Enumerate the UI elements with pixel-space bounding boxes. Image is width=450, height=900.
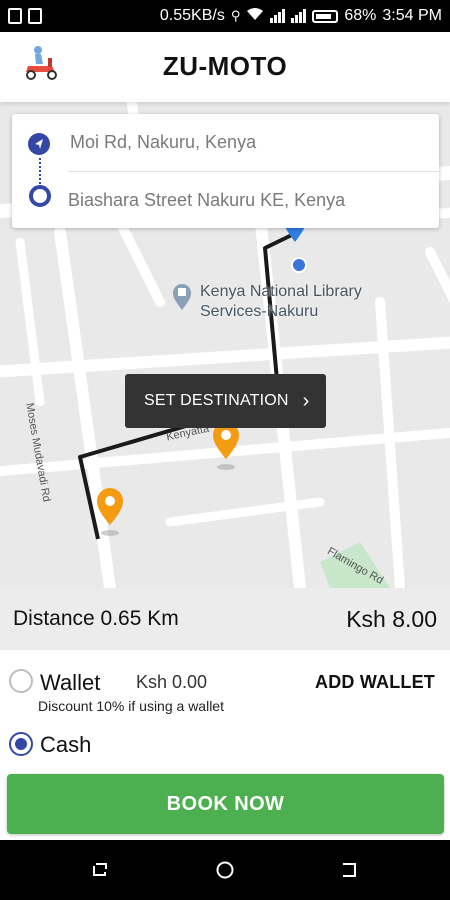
destination-circle-icon <box>29 185 51 207</box>
book-now-button[interactable]: BOOK NOW <box>7 774 444 834</box>
destination-field[interactable]: Biashara Street Nakuru KE, Kenya <box>68 171 439 228</box>
home-icon[interactable] <box>215 860 235 880</box>
status-bar: 0.55KB/s ⚲ 68% 3:54 PM <box>0 0 450 32</box>
app-header: ZU-MOTO <box>0 32 450 102</box>
map-view[interactable]: Kenya National Library Services-Nakuru M… <box>0 102 450 588</box>
set-destination-label: SET DESTINATION <box>144 392 289 409</box>
pickup-address: Moi Rd, Nakuru, Kenya <box>70 132 257 152</box>
destination-address: Biashara Street Nakuru KE, Kenya <box>68 189 346 210</box>
location-icon: ⚲ <box>230 8 241 23</box>
back-icon[interactable] <box>340 860 360 880</box>
cash-label[interactable]: Cash <box>40 732 91 758</box>
recent-apps-icon[interactable] <box>90 860 110 880</box>
payment-options: Wallet Ksh 0.00 ADD WALLET Discount 10% … <box>0 650 450 775</box>
price-text: Ksh 8.00 <box>346 605 437 632</box>
chevron-right-icon: › <box>302 389 310 412</box>
signal-2-icon <box>291 9 307 23</box>
library-marker-icon <box>173 284 191 310</box>
poi-label: Kenya National Library Services-Nakuru <box>200 283 362 320</box>
battery-percent: 68% <box>344 7 377 24</box>
wallet-label[interactable]: Wallet <box>40 670 100 696</box>
set-destination-button[interactable]: SET DESTINATION › <box>125 374 326 428</box>
wallet-radio[interactable] <box>9 669 33 693</box>
app-title: ZU-MOTO <box>162 51 288 81</box>
discount-note: Discount 10% if using a wallet <box>38 698 224 714</box>
fare-bar: Distance 0.65 Km Ksh 8.00 <box>0 588 450 650</box>
pickup-field[interactable]: Moi Rd, Nakuru, Kenya <box>12 114 439 171</box>
wallet-balance: Ksh 0.00 <box>136 672 208 692</box>
network-speed: 0.55KB/s <box>159 7 225 24</box>
add-wallet-button[interactable]: ADD WALLET <box>315 672 435 693</box>
signal-1-icon <box>270 9 286 23</box>
pickup-pin-icon <box>213 422 239 470</box>
wifi-icon <box>246 7 264 26</box>
battery-icon <box>312 9 339 23</box>
clock: 3:54 PM <box>382 7 442 24</box>
distance-text: Distance 0.65 Km <box>13 607 179 630</box>
screenshot-notification-icon <box>8 8 22 24</box>
system-nav-bar <box>0 840 450 900</box>
route-card: Moi Rd, Nakuru, Kenya Biashara Street Na… <box>12 114 439 228</box>
cash-radio[interactable] <box>9 732 33 756</box>
phone-notification-icon <box>28 8 42 24</box>
